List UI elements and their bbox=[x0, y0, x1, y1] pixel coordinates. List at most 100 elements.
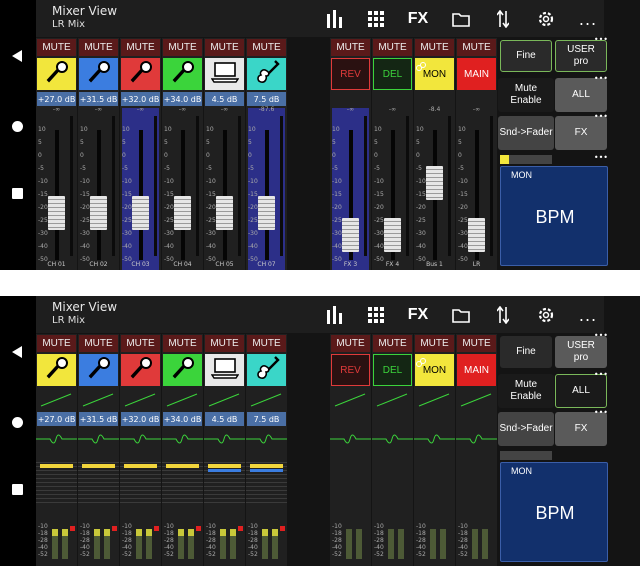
fx-button[interactable]: FX bbox=[407, 304, 429, 326]
eq-curve[interactable] bbox=[37, 390, 76, 408]
dynamics-curve[interactable] bbox=[204, 429, 245, 449]
all-button[interactable]: ALL bbox=[555, 374, 607, 408]
microphone-channel-icon-box[interactable] bbox=[163, 354, 202, 386]
guitar-channel-icon-box[interactable] bbox=[247, 58, 286, 90]
mute-button[interactable]: MUTE bbox=[163, 39, 202, 56]
mute-button[interactable]: MUTE bbox=[373, 39, 412, 56]
eq-curve[interactable] bbox=[373, 390, 412, 408]
microphone-channel-icon-box[interactable] bbox=[79, 354, 118, 386]
dynamics-curve[interactable] bbox=[78, 429, 119, 449]
user-pro-button[interactable]: USER pro bbox=[555, 40, 607, 72]
more-menu-icon[interactable]: ... bbox=[578, 8, 598, 30]
gain-value[interactable]: +34.0 dB bbox=[163, 412, 202, 426]
bus-label-box[interactable]: MAIN bbox=[457, 58, 496, 90]
mute-button[interactable]: MUTE bbox=[331, 39, 370, 56]
mute-button[interactable]: MUTE bbox=[121, 335, 160, 352]
more-dots-icon[interactable]: ••• bbox=[594, 154, 608, 162]
gain-value[interactable]: +27.0 dB bbox=[37, 412, 76, 426]
guitar-channel-icon-box[interactable] bbox=[247, 354, 286, 386]
more-dots-icon[interactable]: ••• bbox=[594, 371, 608, 379]
mute-button[interactable]: MUTE bbox=[163, 335, 202, 352]
fader-knob[interactable] bbox=[468, 218, 485, 252]
gain-value[interactable]: +31.5 dB bbox=[79, 412, 118, 426]
fx-button[interactable]: FX bbox=[407, 8, 429, 30]
dynamics-curve[interactable] bbox=[330, 429, 371, 449]
mute-button[interactable]: MUTE bbox=[247, 335, 286, 352]
gain-value[interactable]: +32.0 dB bbox=[121, 412, 160, 426]
fader-knob[interactable] bbox=[216, 196, 233, 230]
microphone-channel-icon-box[interactable] bbox=[121, 58, 160, 90]
gear-icon[interactable] bbox=[536, 8, 556, 30]
mute-button[interactable]: MUTE bbox=[373, 335, 412, 352]
mute-button[interactable]: MUTE bbox=[415, 335, 454, 352]
more-dots-icon[interactable]: ••• bbox=[594, 113, 608, 121]
gain-value[interactable]: +27.0 dB bbox=[37, 92, 76, 106]
eq-curve[interactable] bbox=[247, 390, 286, 408]
more-dots-icon[interactable]: ••• bbox=[594, 409, 608, 417]
eq-curve[interactable] bbox=[163, 390, 202, 408]
send-mix-box[interactable] bbox=[204, 462, 245, 506]
send-mix-box[interactable] bbox=[120, 462, 161, 506]
mute-button[interactable]: MUTE bbox=[79, 335, 118, 352]
fine-button[interactable]: Fine bbox=[500, 336, 552, 368]
bus-label-box[interactable]: MAIN bbox=[457, 354, 496, 386]
send-mix-box[interactable] bbox=[78, 462, 119, 506]
laptop-channel-icon-box[interactable] bbox=[205, 58, 244, 90]
fader-knob[interactable] bbox=[90, 196, 107, 230]
bus-label-box[interactable]: REV bbox=[331, 354, 370, 386]
dynamics-curve[interactable] bbox=[456, 429, 497, 449]
mute-enable-button[interactable]: Mute Enable bbox=[498, 78, 554, 112]
eq-curve[interactable] bbox=[121, 390, 160, 408]
gain-value[interactable]: +32.0 dB bbox=[121, 92, 160, 106]
eq-curve[interactable] bbox=[205, 390, 244, 408]
mute-button[interactable]: MUTE bbox=[457, 39, 496, 56]
mon-bpm-panel[interactable]: MON BPM bbox=[500, 462, 608, 562]
fx-panel-button[interactable]: FX bbox=[555, 412, 607, 446]
mute-button[interactable]: MUTE bbox=[205, 39, 244, 56]
back-icon[interactable] bbox=[12, 50, 22, 62]
gain-value[interactable]: +34.0 dB bbox=[163, 92, 202, 106]
mute-button[interactable]: MUTE bbox=[415, 39, 454, 56]
fader-knob[interactable] bbox=[258, 196, 275, 230]
send-mix-box[interactable] bbox=[162, 462, 203, 506]
fader-knob[interactable] bbox=[132, 196, 149, 230]
grid-icon[interactable] bbox=[367, 304, 385, 326]
user-pro-button[interactable]: USER pro bbox=[555, 336, 607, 368]
send-mix-box[interactable] bbox=[36, 462, 77, 506]
fader-knob[interactable] bbox=[48, 196, 65, 230]
mute-button[interactable]: MUTE bbox=[247, 39, 286, 56]
send-to-fader-button[interactable]: Snd->Fader bbox=[498, 412, 554, 446]
mute-button[interactable]: MUTE bbox=[37, 39, 76, 56]
back-icon[interactable] bbox=[12, 346, 22, 358]
mon-bpm-panel[interactable]: MON BPM bbox=[500, 166, 608, 266]
eq-curve[interactable] bbox=[415, 390, 454, 408]
microphone-channel-icon-box[interactable] bbox=[163, 58, 202, 90]
dynamics-curve[interactable] bbox=[120, 429, 161, 449]
mute-button[interactable]: MUTE bbox=[37, 335, 76, 352]
all-button[interactable]: ALL bbox=[555, 78, 607, 112]
gain-value[interactable]: 7.5 dB bbox=[247, 92, 286, 106]
fader-knob[interactable] bbox=[384, 218, 401, 252]
recent-apps-icon[interactable] bbox=[12, 484, 23, 495]
dynamics-curve[interactable] bbox=[246, 429, 287, 449]
eq-curve[interactable] bbox=[79, 390, 118, 408]
fine-button[interactable]: Fine bbox=[500, 40, 552, 72]
more-menu-icon[interactable]: ... bbox=[578, 304, 598, 326]
gain-value[interactable]: +31.5 dB bbox=[79, 92, 118, 106]
grid-icon[interactable] bbox=[367, 8, 385, 30]
gear-icon[interactable] bbox=[536, 304, 556, 326]
send-to-fader-button[interactable]: Snd->Fader bbox=[498, 116, 554, 150]
microphone-channel-icon-box[interactable] bbox=[37, 354, 76, 386]
microphone-channel-icon-box[interactable] bbox=[37, 58, 76, 90]
mute-enable-button[interactable]: Mute Enable bbox=[498, 374, 554, 408]
fader-knob[interactable] bbox=[426, 166, 443, 200]
mute-button[interactable]: MUTE bbox=[331, 335, 370, 352]
mute-button[interactable]: MUTE bbox=[205, 335, 244, 352]
fader-knob[interactable] bbox=[342, 218, 359, 252]
home-icon[interactable] bbox=[12, 121, 23, 132]
microphone-channel-icon-box[interactable] bbox=[121, 354, 160, 386]
mixer-bars-icon[interactable] bbox=[325, 304, 343, 326]
gain-value[interactable]: 4.5 dB bbox=[205, 92, 244, 106]
send-mix-box[interactable] bbox=[246, 462, 287, 506]
mute-button[interactable]: MUTE bbox=[79, 39, 118, 56]
